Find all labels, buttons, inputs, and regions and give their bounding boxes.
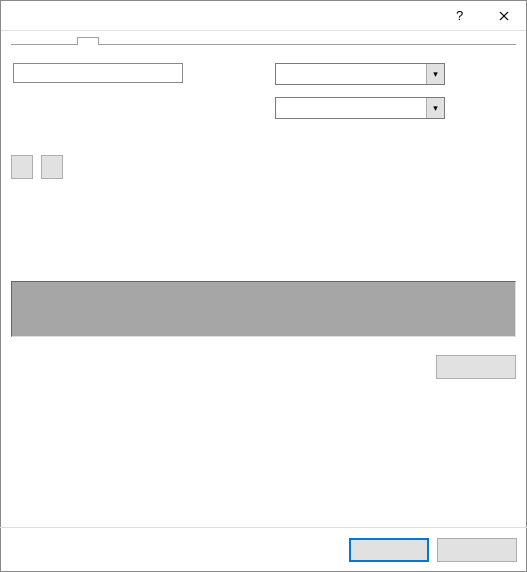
pattern-type-combo[interactable]: ▾ — [275, 97, 445, 119]
cancel-button[interactable] — [437, 538, 517, 562]
close-button[interactable] — [481, 1, 526, 31]
tab-fill[interactable] — [77, 37, 99, 45]
sample-preview — [11, 281, 516, 337]
no-color-button[interactable] — [13, 63, 183, 83]
pattern-color-combo[interactable]: ▾ — [275, 63, 445, 85]
tab-border[interactable] — [55, 37, 77, 45]
titlebar: ? — [1, 1, 526, 31]
help-button[interactable]: ? — [436, 1, 481, 31]
footer — [0, 527, 527, 572]
ok-button[interactable] — [349, 538, 429, 562]
fill-effect-button[interactable] — [11, 155, 33, 179]
chevron-down-icon: ▾ — [426, 64, 444, 84]
clear-button[interactable] — [436, 355, 516, 379]
other-color-button[interactable] — [41, 155, 63, 179]
chevron-down-icon: ▾ — [426, 98, 444, 118]
tabs — [11, 37, 516, 45]
content: ▾ ▾ — [1, 31, 526, 389]
tab-format[interactable] — [11, 37, 33, 45]
svg-text:?: ? — [456, 9, 463, 23]
tab-font[interactable] — [33, 37, 55, 45]
